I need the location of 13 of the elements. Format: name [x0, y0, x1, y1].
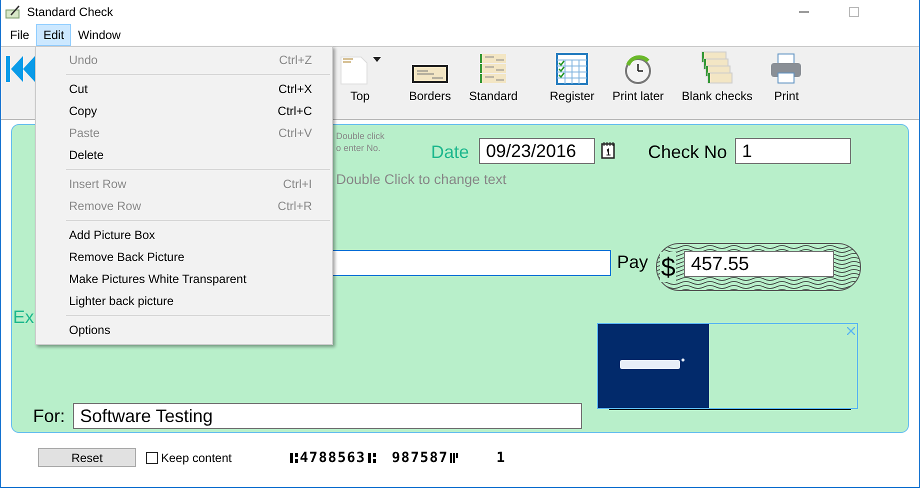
hint-text: Double Click to change text: [336, 171, 506, 187]
account-number: 987587: [392, 450, 448, 466]
routing-number: 4788563: [300, 450, 366, 466]
hint-text: Double click o enter No.: [336, 130, 385, 154]
date-label: Date: [431, 142, 470, 163]
check-no-label: Check No: [648, 142, 728, 163]
checkbox-label: Keep content: [161, 450, 232, 464]
currency-sign: $: [660, 252, 676, 282]
window-title: Standard Check: [27, 5, 114, 19]
pay-label: Pay: [617, 252, 648, 273]
check-number: 1: [496, 450, 506, 466]
side-label: Ex: [13, 307, 34, 328]
for-label: For:: [33, 406, 66, 427]
